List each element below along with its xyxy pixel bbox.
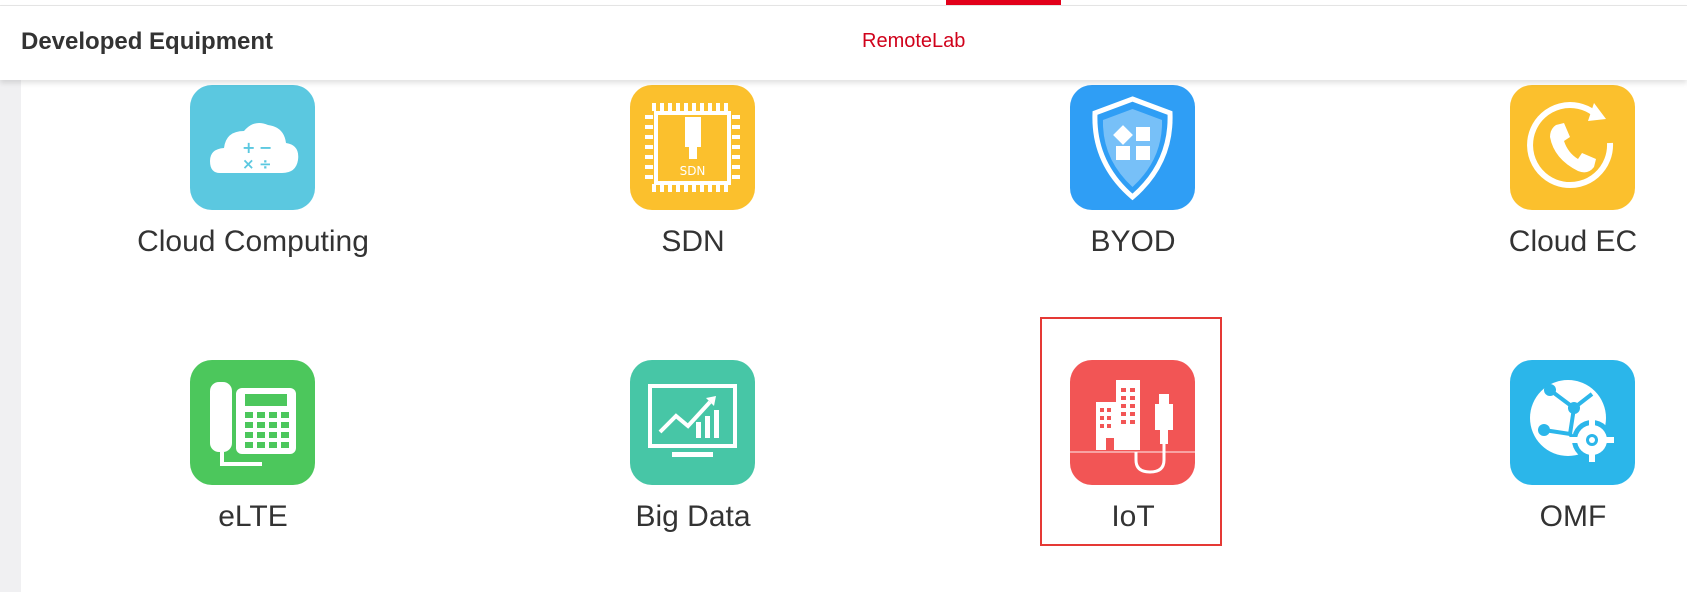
tile-iot[interactable]: IoT — [1003, 360, 1263, 550]
globe-gear-icon — [1510, 360, 1635, 485]
tile-label-big-data: Big Data — [635, 500, 751, 533]
tile-byod[interactable]: BYOD — [1003, 85, 1263, 275]
tile-cloud-computing[interactable]: + − × ÷ Cloud Computing — [123, 85, 383, 275]
tile-label-sdn: SDN — [661, 225, 725, 258]
tile-label-iot: IoT — [1111, 500, 1155, 533]
desk-phone-icon — [190, 360, 315, 485]
phone-refresh-icon — [1510, 85, 1635, 210]
active-tab-indicator — [946, 0, 1061, 5]
svg-text:÷: ÷ — [259, 155, 272, 173]
tile-sdn[interactable]: SDN SDN — [563, 85, 823, 275]
monitor-chart-icon — [630, 360, 755, 485]
tile-cloud-ec[interactable]: Cloud EC — [1443, 85, 1687, 275]
tile-label-elte: eLTE — [218, 500, 288, 533]
tile-omf[interactable]: OMF — [1443, 360, 1687, 550]
svg-text:×: × — [242, 155, 255, 173]
cloud-calculator-icon: + − × ÷ — [190, 85, 315, 210]
remotelab-link[interactable]: RemoteLab — [862, 30, 965, 53]
page-title: Developed Equipment — [21, 28, 274, 55]
sdn-chip-icon: SDN — [630, 85, 755, 210]
tile-label-cloud-computing: Cloud Computing — [137, 225, 369, 258]
shield-apps-icon — [1070, 85, 1195, 210]
building-plug-icon — [1070, 360, 1195, 485]
tile-label-cloud-ec: Cloud EC — [1508, 225, 1638, 258]
tile-label-omf: OMF — [1539, 500, 1607, 533]
svg-text:SDN: SDN — [680, 164, 706, 178]
tile-label-byod: BYOD — [1090, 225, 1176, 258]
tile-elte[interactable]: eLTE — [123, 360, 383, 550]
left-gutter — [0, 80, 21, 592]
tile-big-data[interactable]: Big Data — [563, 360, 823, 550]
header-bar: Developed Equipment RemoteLab — [0, 6, 1687, 80]
